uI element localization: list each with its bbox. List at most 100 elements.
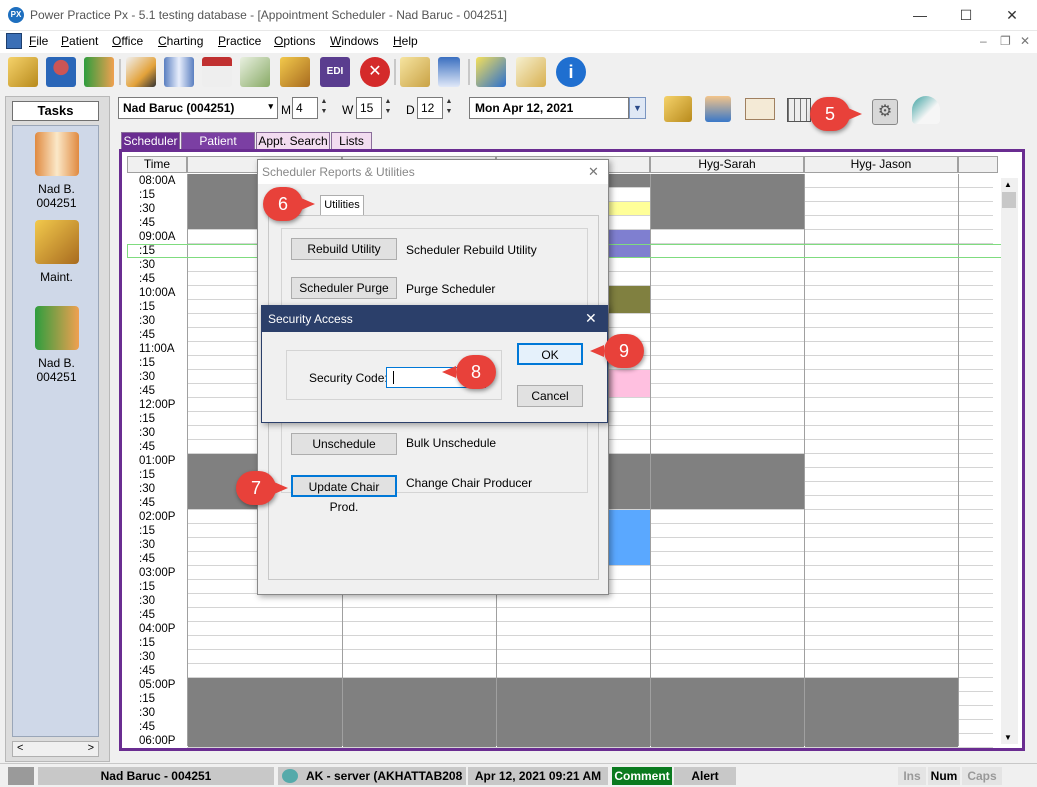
stop-icon[interactable]: ✕ — [360, 57, 390, 87]
minimize-button[interactable]: — — [897, 0, 943, 31]
patients-icon[interactable] — [46, 57, 76, 87]
schedule-block[interactable] — [651, 454, 804, 509]
open-folder-icon[interactable] — [8, 57, 38, 87]
ok-button[interactable]: OK — [517, 343, 583, 365]
week-spinner[interactable]: ▲ ▼ — [383, 97, 393, 119]
open-folder-icon[interactable] — [664, 96, 692, 122]
week-field[interactable]: 15 — [356, 97, 382, 119]
inner-restore-button[interactable]: ❐ — [1000, 34, 1011, 48]
time-column-header: Time — [127, 156, 187, 173]
scroll-down-icon[interactable]: ▼ — [1004, 733, 1012, 742]
menu-charting[interactable]: Charting — [158, 34, 203, 48]
status-server: AK - server (AKHATTAB208 — [278, 767, 466, 785]
tab-scheduler[interactable]: Scheduler — [121, 132, 180, 149]
column-header-hyg-sarah[interactable]: Hyg-Sarah — [650, 156, 804, 173]
chart-icon[interactable] — [202, 57, 232, 87]
time-slot-label: :45 — [139, 329, 155, 341]
info-icon[interactable]: i — [556, 57, 586, 87]
rebuild-utility-button[interactable]: Rebuild Utility — [291, 238, 397, 260]
time-slot-label: 05:00P — [139, 679, 176, 691]
scroll-right-icon[interactable]: > — [88, 742, 94, 754]
update-chair-prod-button[interactable]: Update Chair Prod. — [291, 475, 397, 514]
document-icon[interactable] — [6, 33, 22, 49]
notes-icon[interactable] — [476, 57, 506, 87]
menu-help[interactable]: Help — [393, 34, 418, 48]
month-spinner[interactable]: ▲ ▼ — [319, 97, 329, 119]
checklist-icon[interactable] — [240, 57, 270, 87]
tab-utilities[interactable]: Utilities — [320, 195, 364, 215]
maximize-button[interactable]: ☐ — [943, 0, 989, 31]
scheduler-purge-button[interactable]: Scheduler Purge — [291, 277, 397, 299]
clipboard-icon[interactable] — [912, 96, 940, 124]
schedule-block[interactable] — [651, 678, 804, 747]
scroll-thumb[interactable] — [1002, 192, 1016, 208]
calendar-icon[interactable] — [787, 98, 811, 122]
date-dropdown-button[interactable]: ▼ — [629, 97, 646, 119]
security-dialog-title: Security Access — [268, 312, 353, 326]
time-slot-label: 12:00P — [139, 399, 176, 411]
menu-bar: File Patient Office Charting Practice Op… — [0, 31, 1037, 53]
grid-row-line — [187, 607, 993, 608]
grid-row-line — [187, 649, 993, 650]
bottle-icon[interactable] — [438, 57, 460, 87]
id-card-icon[interactable] — [745, 98, 775, 120]
dialog-close-button[interactable]: ✕ — [588, 164, 599, 180]
schedule-block[interactable] — [805, 678, 958, 747]
inner-minimize-button[interactable]: – — [980, 34, 987, 48]
edi-icon[interactable]: EDI — [320, 57, 350, 87]
menu-windows[interactable]: Windows — [330, 34, 379, 48]
cancel-button[interactable]: Cancel — [517, 385, 583, 407]
scroll-left-icon[interactable]: < — [17, 742, 23, 754]
schedule-block[interactable] — [651, 174, 804, 229]
unschedule-button[interactable]: Unschedule — [291, 433, 397, 455]
scroll-up-icon[interactable]: ▲ — [1004, 180, 1012, 189]
menu-practice[interactable]: Practice — [218, 34, 261, 48]
inner-close-button[interactable]: ✕ — [1020, 34, 1030, 48]
edit-icon[interactable] — [126, 57, 156, 87]
grid-vertical-scrollbar[interactable]: ▲ ▼ — [1001, 178, 1018, 744]
security-dialog-titlebar: Security Access ✕ — [262, 306, 607, 332]
camera-icon[interactable] — [8, 767, 34, 785]
close-button[interactable]: ✕ — [989, 0, 1035, 31]
time-slot-label: :30 — [139, 595, 155, 607]
time-slot-label: :45 — [139, 665, 155, 677]
book-icon[interactable] — [164, 57, 194, 87]
document-icon[interactable] — [400, 57, 430, 87]
alert-button[interactable]: Alert — [674, 767, 736, 785]
task-item-payment[interactable]: Nad B. 004251 — [13, 306, 100, 384]
tab-patient-profile[interactable]: Patient Profile — [181, 132, 255, 164]
day-spinner[interactable]: ▲ ▼ — [444, 97, 454, 119]
menu-patient[interactable]: Patient — [61, 34, 98, 48]
menu-file[interactable]: File — [29, 34, 48, 48]
maintenance-icon[interactable] — [280, 57, 310, 87]
schedule-block[interactable] — [497, 678, 650, 747]
comment-button[interactable]: Comment — [612, 767, 672, 785]
patient-card-icon[interactable] — [705, 96, 731, 122]
tasks-scrollbar[interactable]: < > — [12, 741, 99, 757]
month-field[interactable]: 4 — [292, 97, 318, 119]
day-field[interactable]: 12 — [417, 97, 443, 119]
tab-appt-search[interactable]: Appt. Search — [256, 132, 330, 149]
date-field[interactable]: Mon Apr 12, 2021 — [469, 97, 629, 119]
column-header-hyg-jason[interactable]: Hyg- Jason — [804, 156, 958, 173]
tasks-list: Nad B. 004251 Maint. Nad B. 004251 — [12, 125, 99, 737]
schedule-block[interactable] — [188, 678, 342, 747]
time-slot-label: :15 — [139, 301, 155, 313]
maintenance-icon — [34, 220, 79, 264]
security-dialog-close-button[interactable]: ✕ — [585, 310, 597, 327]
menu-options[interactable]: Options — [274, 34, 315, 48]
status-num: Num — [928, 767, 960, 785]
menu-office[interactable]: Office — [112, 34, 143, 48]
book-icon — [34, 132, 79, 176]
journal-icon[interactable] — [516, 57, 546, 87]
status-datetime: Apr 12, 2021 09:21 AM — [468, 767, 608, 785]
schedule-block[interactable] — [343, 678, 496, 747]
patient-select[interactable]: Nad Baruc (004251) ▾ — [118, 97, 278, 119]
payment-icon[interactable] — [84, 57, 114, 87]
status-caps: Caps — [962, 767, 1002, 785]
gear-icon[interactable]: ⚙ — [872, 99, 898, 125]
tab-lists[interactable]: Lists — [331, 132, 372, 149]
task-item-maintenance[interactable]: Maint. — [13, 220, 100, 284]
task-item-patient-book[interactable]: Nad B. 004251 — [13, 132, 100, 210]
callout-5-pointer — [848, 108, 862, 120]
